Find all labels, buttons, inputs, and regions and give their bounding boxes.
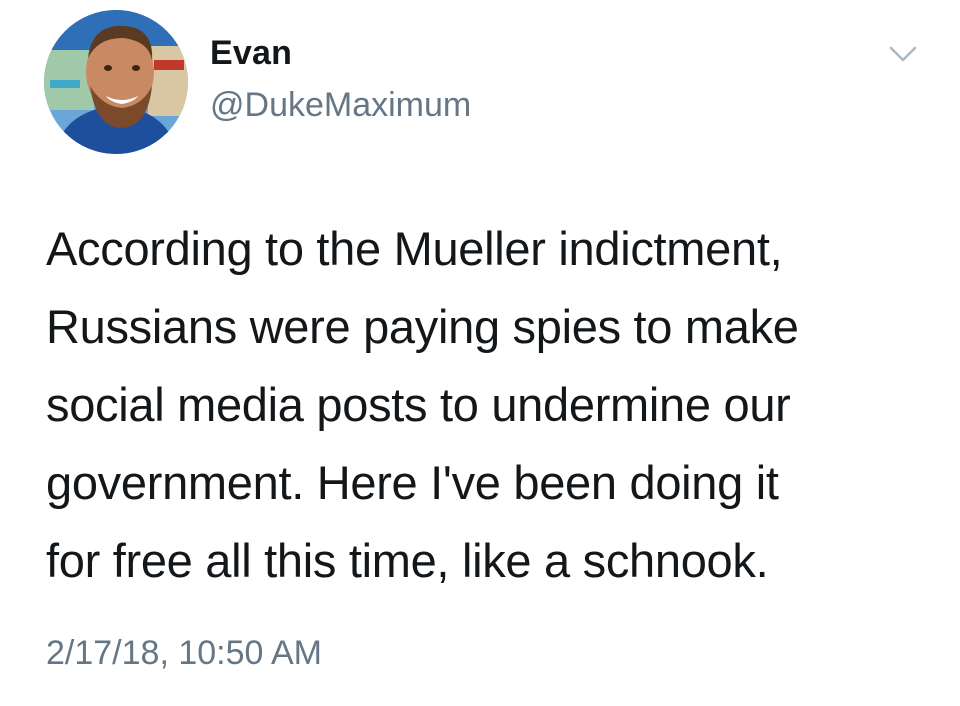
avatar-photo-icon [44, 10, 188, 154]
user-handle[interactable]: @DukeMaximum [210, 86, 471, 125]
tweet-text-line: government. Here I've been doing it [46, 456, 779, 509]
tweet-text-line: social media posts to undermine our [46, 378, 791, 431]
tweet-text-line: According to the Mueller indictment, [46, 222, 783, 275]
tweet-text: According to the Mueller indictment, Rus… [46, 210, 926, 600]
tweet-timestamp[interactable]: 2/17/18, 10:50 AM [46, 634, 322, 673]
tweet-card: Evan @DukeMaximum According to the Muell… [0, 0, 960, 706]
tweet-text-line: Russians were paying spies to make [46, 300, 799, 353]
chevron-down-icon[interactable] [888, 44, 918, 64]
tweet-text-line: for free all this time, like a schnook. [46, 534, 769, 587]
avatar[interactable] [44, 10, 188, 154]
display-name[interactable]: Evan [210, 34, 292, 73]
